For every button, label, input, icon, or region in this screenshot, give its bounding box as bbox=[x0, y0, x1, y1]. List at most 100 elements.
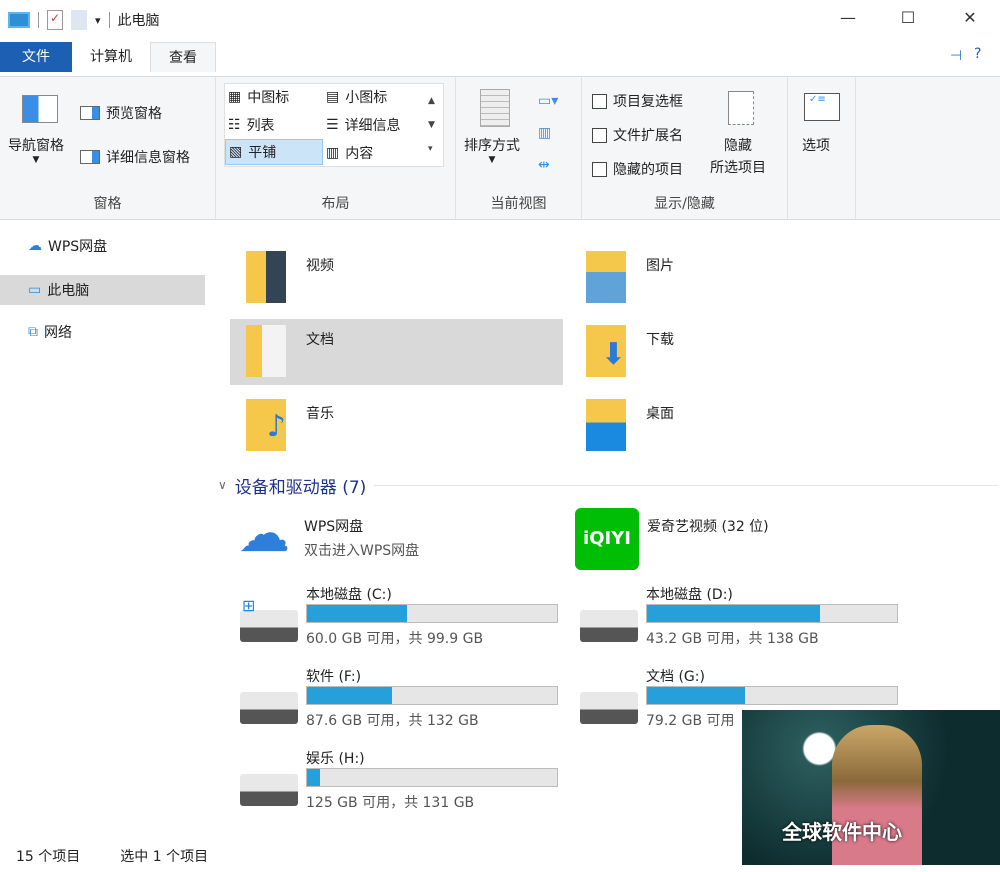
layout-medium-icons[interactable]: ▦ 中图标 bbox=[228, 87, 289, 107]
computer-icon bbox=[8, 12, 30, 28]
layout-content[interactable]: ▥内容 bbox=[326, 143, 373, 163]
label: WPS网盘 bbox=[304, 516, 363, 536]
computer-icon: ▭ bbox=[28, 282, 41, 298]
properties-icon[interactable]: ✓ bbox=[47, 10, 63, 30]
checkbox[interactable] bbox=[592, 94, 607, 109]
folder-documents[interactable]: 文档 bbox=[230, 319, 563, 385]
nav-pane-icon bbox=[22, 95, 58, 123]
drive-free-space: 60.0 GB 可用，共 99.9 GB bbox=[306, 628, 483, 648]
file-extensions-toggle[interactable]: 文件扩展名 bbox=[592, 125, 683, 145]
desktop-folder-icon bbox=[586, 399, 626, 451]
devices-section-header[interactable]: ∨ 设备和驱动器 (7) bbox=[218, 472, 998, 498]
show-hide-group: 项目复选框 文件扩展名 隐藏的项目 隐藏所选项目 显示/隐藏 bbox=[582, 77, 788, 219]
drive-name: 文档 (G:) bbox=[646, 666, 705, 686]
label: 中图标 bbox=[247, 87, 289, 107]
tab-file[interactable]: 文件 bbox=[0, 42, 72, 72]
tiles-icon: ▧ bbox=[229, 144, 242, 160]
options-icon: ✓≡ bbox=[804, 93, 840, 121]
folder-downloads[interactable]: ⬇下载 bbox=[570, 319, 900, 385]
chevron-down-icon: ▼ bbox=[489, 155, 496, 165]
sort-icon bbox=[480, 89, 510, 127]
minimize-button[interactable]: — bbox=[828, 8, 868, 32]
layout-group: ▦ 中图标 ▤小图标 ☷列表 ☰详细信息 ▧平铺 ▥内容 ▲▼▾ 布局 bbox=[216, 77, 456, 219]
drive-item[interactable]: 本地磁盘 (D:) 43.2 GB 可用，共 138 GB bbox=[580, 584, 920, 660]
hidden-items-toggle[interactable]: 隐藏的项目 bbox=[592, 159, 683, 179]
separator bbox=[109, 12, 110, 28]
label: 桌面 bbox=[646, 403, 674, 423]
size-columns-icon[interactable]: ⇹ bbox=[538, 157, 550, 173]
tab-computer[interactable]: 计算机 bbox=[72, 42, 150, 72]
hard-drive-icon bbox=[240, 692, 298, 724]
sort-label: 排序方式 bbox=[464, 135, 520, 155]
label: 网络 bbox=[44, 322, 72, 342]
maximize-button[interactable]: ☐ bbox=[888, 8, 928, 32]
drive-name: 娱乐 (H:) bbox=[306, 748, 365, 768]
label: 文档 bbox=[306, 329, 334, 349]
nav-item-network[interactable]: ⧉ 网络 bbox=[0, 317, 205, 347]
layout-list[interactable]: ☷列表 bbox=[228, 115, 275, 135]
close-button[interactable]: ✕ bbox=[950, 8, 990, 32]
drive-name: 本地磁盘 (C:) bbox=[306, 584, 392, 604]
group-label: 窗格 bbox=[0, 193, 215, 213]
app-iqiyi[interactable]: iQIYI 爱奇艺视频 (32 位) bbox=[575, 508, 915, 584]
hide-selected-icon bbox=[728, 91, 754, 125]
pin-ribbon-icon[interactable]: ⊣ bbox=[950, 48, 962, 64]
capacity-bar bbox=[306, 604, 558, 623]
section-title: 设备和驱动器 (7) bbox=[235, 473, 366, 498]
item-checkboxes-toggle[interactable]: 项目复选框 bbox=[592, 91, 683, 111]
hide-selected-button[interactable]: 隐藏所选项目 bbox=[710, 135, 766, 177]
nav-pane-button[interactable]: 导航窗格▼ bbox=[8, 135, 64, 165]
add-columns-icon[interactable]: ▥ bbox=[538, 125, 551, 141]
capacity-bar bbox=[306, 768, 558, 787]
capacity-fill bbox=[647, 605, 820, 622]
capacity-fill bbox=[307, 605, 407, 622]
title-bar: ✓ ▾ 此电脑 — ☐ ✕ bbox=[0, 0, 1000, 40]
label: 项目复选框 bbox=[613, 91, 683, 111]
nav-item-wps[interactable]: ☁WPS网盘 bbox=[0, 231, 205, 261]
item-count: 15 个项目 bbox=[16, 846, 80, 866]
nav-item-this-pc[interactable]: ▭此电脑 bbox=[0, 275, 205, 305]
drive-item[interactable]: 本地磁盘 (C:) 60.0 GB 可用，共 99.9 GB ⊞ bbox=[240, 584, 580, 660]
layout-details[interactable]: ☰详细信息 bbox=[326, 115, 401, 135]
capacity-bar bbox=[646, 686, 898, 705]
layout-tiles[interactable]: ▧平铺 bbox=[225, 139, 323, 165]
tab-view[interactable]: 查看 bbox=[150, 42, 216, 72]
checkbox[interactable] bbox=[592, 162, 607, 177]
cloud-icon: ☁ bbox=[238, 504, 290, 564]
folder-pictures[interactable]: 图片 bbox=[570, 245, 900, 311]
help-icon[interactable]: ? bbox=[974, 46, 981, 62]
drive-item[interactable]: 软件 (F:) 87.6 GB 可用，共 132 GB bbox=[240, 666, 580, 742]
options-button[interactable]: 选项 bbox=[802, 135, 830, 155]
preview-pane-button[interactable]: 预览窗格 bbox=[80, 103, 162, 123]
label: 爱奇艺视频 (32 位) bbox=[647, 516, 769, 536]
group-label: 布局 bbox=[216, 193, 455, 213]
gallery-scroll[interactable]: ▲▼▾ bbox=[428, 89, 435, 161]
group-by-icon[interactable]: ▭▾ bbox=[538, 93, 558, 109]
checkbox[interactable] bbox=[592, 128, 607, 143]
watermark-image: 全球软件中心 bbox=[742, 710, 1000, 865]
app-wps-drive[interactable]: ☁ WPS网盘 双击进入WPS网盘 bbox=[238, 510, 578, 586]
medium-icons-icon: ▦ bbox=[228, 89, 241, 105]
windows-logo-icon: ⊞ bbox=[242, 596, 255, 615]
hard-drive-icon bbox=[240, 774, 298, 806]
pictures-folder-icon bbox=[586, 251, 626, 303]
label: 文件扩展名 bbox=[613, 125, 683, 145]
sort-by-button[interactable]: 排序方式▼ bbox=[464, 135, 520, 165]
cloud-icon: ☁ bbox=[28, 238, 42, 254]
selected-count: 选中 1 个项目 bbox=[120, 846, 208, 866]
folder-music[interactable]: ♪音乐 bbox=[230, 393, 560, 459]
list-icon: ☷ bbox=[228, 117, 241, 133]
network-icon: ⧉ bbox=[28, 324, 38, 340]
new-folder-icon[interactable] bbox=[71, 10, 87, 30]
music-folder-icon: ♪ bbox=[246, 399, 286, 451]
layout-small-icons[interactable]: ▤小图标 bbox=[326, 87, 387, 107]
drive-item[interactable]: 娱乐 (H:) 125 GB 可用，共 131 GB bbox=[240, 748, 580, 824]
folder-desktop[interactable]: 桌面 bbox=[570, 393, 900, 459]
customize-quick-access-icon[interactable]: ▾ bbox=[95, 14, 101, 27]
chevron-down-icon: ∨ bbox=[218, 478, 227, 492]
folder-videos[interactable]: 视频 bbox=[230, 245, 560, 311]
details-pane-button[interactable]: 详细信息窗格 bbox=[80, 147, 190, 167]
drive-free-space: 43.2 GB 可用，共 138 GB bbox=[646, 628, 819, 648]
documents-folder-icon bbox=[246, 325, 286, 377]
label: 隐藏的项目 bbox=[613, 159, 683, 179]
